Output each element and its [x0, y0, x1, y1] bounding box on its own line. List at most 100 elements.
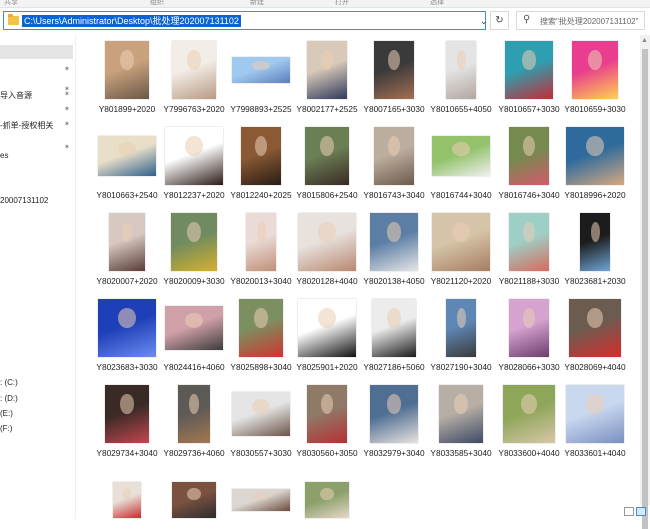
file-thumbnail[interactable] [161, 383, 227, 445]
file-item[interactable]: Y8020009+3030 [161, 211, 227, 297]
file-item[interactable]: Y8018996+2020 [562, 125, 628, 211]
file-thumbnail[interactable] [361, 383, 427, 445]
pin-icon[interactable]: ✶ [64, 143, 70, 151]
address-path[interactable]: C:\Users\Administrator\Desktop\批处理202007… [22, 15, 241, 27]
file-item[interactable] [228, 469, 294, 519]
file-thumbnail[interactable] [94, 211, 160, 273]
file-thumbnail[interactable] [94, 297, 160, 359]
pin-icon[interactable]: ✶ [64, 105, 70, 113]
file-thumbnail[interactable] [294, 125, 360, 187]
file-name[interactable]: Y7998893+2525 [224, 104, 298, 115]
chevron-down-icon[interactable]: ⌄ [480, 16, 488, 27]
file-item[interactable]: Y8016746+3040 [496, 125, 562, 211]
file-item[interactable] [94, 469, 160, 519]
pin-icon[interactable]: ✶ [64, 65, 70, 73]
file-item[interactable]: Y8020013+3040 [228, 211, 294, 297]
pin-icon[interactable]: ✶ [64, 85, 70, 93]
file-thumbnail[interactable] [161, 469, 227, 519]
file-item[interactable]: Y8032979+3040 [361, 383, 427, 469]
file-thumbnail[interactable] [294, 469, 360, 519]
sidebar-item[interactable]: -抓单-授权相关 [0, 120, 53, 131]
file-name[interactable]: Y8024416+4060 [157, 362, 231, 373]
file-name[interactable]: Y8027186+5060 [357, 362, 431, 373]
file-thumbnail[interactable] [294, 297, 360, 359]
file-name[interactable]: Y8030557+3030 [224, 448, 298, 459]
file-thumbnail[interactable] [562, 211, 628, 273]
file-name[interactable]: Y8029734+3040 [90, 448, 164, 459]
details-view-icon[interactable] [624, 507, 634, 516]
file-item[interactable]: Y8030560+3050 [294, 383, 360, 469]
file-thumbnail[interactable] [562, 125, 628, 187]
file-name[interactable]: Y8030560+3050 [290, 448, 364, 459]
search-placeholder[interactable]: 搜索"批处理202007131102" [540, 16, 638, 27]
file-thumbnail[interactable] [361, 125, 427, 187]
file-item[interactable]: Y8021188+3030 [496, 211, 562, 297]
sidebar-item[interactable]: (F:) [0, 424, 12, 433]
file-thumbnail[interactable] [94, 125, 160, 187]
file-item[interactable]: Y8002177+2525 [294, 39, 360, 125]
file-name[interactable]: Y8018996+2020 [558, 190, 632, 201]
file-thumbnail[interactable] [496, 383, 562, 445]
file-name[interactable]: Y8023683+3030 [90, 362, 164, 373]
file-item[interactable]: Y8010659+3030 [562, 39, 628, 125]
file-name[interactable]: Y8027190+3040 [424, 362, 498, 373]
file-name[interactable]: Y8010657+3030 [492, 104, 566, 115]
file-item[interactable]: Y7998893+2525 [228, 39, 294, 125]
file-name[interactable]: Y8029736+4060 [157, 448, 231, 459]
file-name[interactable]: Y8020007+2020 [90, 276, 164, 287]
file-item[interactable]: Y8029736+4060 [161, 383, 227, 469]
file-item[interactable]: Y7996763+2020 [161, 39, 227, 125]
file-thumbnail[interactable] [228, 297, 294, 359]
vertical-scrollbar[interactable]: ▲ [640, 35, 650, 529]
file-item[interactable] [294, 469, 360, 519]
scroll-up-icon[interactable]: ▲ [641, 37, 648, 44]
file-name[interactable]: Y8020013+3040 [224, 276, 298, 287]
file-item[interactable]: Y8028069+4040 [562, 297, 628, 383]
file-name[interactable]: Y8025898+3040 [224, 362, 298, 373]
file-item[interactable]: Y8033600+4040 [496, 383, 562, 469]
file-name[interactable]: Y8002177+2525 [290, 104, 364, 115]
file-item[interactable]: Y8010655+4050 [428, 39, 494, 125]
scrollbar-thumb[interactable] [642, 49, 648, 529]
file-item[interactable]: Y8012237+2020 [161, 125, 227, 211]
sidebar-item[interactable]: : (D:) [0, 394, 18, 403]
file-name[interactable]: Y8028066+3030 [492, 362, 566, 373]
nav-selected-item[interactable] [0, 45, 73, 59]
file-name[interactable]: Y8020128+4040 [290, 276, 364, 287]
file-thumbnail[interactable] [428, 125, 494, 187]
file-name[interactable]: Y8010663+2540 [90, 190, 164, 201]
file-thumbnail[interactable] [161, 211, 227, 273]
ribbon-tab[interactable]: 打开 [335, 0, 349, 7]
file-item[interactable]: Y8025898+3040 [228, 297, 294, 383]
file-name[interactable]: Y8016743+3040 [357, 190, 431, 201]
file-item[interactable]: Y8007165+3030 [361, 39, 427, 125]
file-item[interactable]: Y8020138+4050 [361, 211, 427, 297]
file-item[interactable]: Y8016743+3040 [361, 125, 427, 211]
file-name[interactable]: Y8010659+3030 [558, 104, 632, 115]
file-thumbnail[interactable] [294, 211, 360, 273]
file-item[interactable]: Y801899+2020 [94, 39, 160, 125]
search-box[interactable]: ⚲ 搜索"批处理202007131102" [516, 11, 645, 30]
file-name[interactable]: Y8033601+4040 [558, 448, 632, 459]
file-item[interactable]: Y8020007+2020 [94, 211, 160, 297]
file-item[interactable]: Y8016744+3040 [428, 125, 494, 211]
file-item[interactable]: Y8023683+3030 [94, 297, 160, 383]
file-thumbnail[interactable] [228, 211, 294, 273]
ribbon-tab[interactable]: 组织 [150, 0, 164, 7]
file-item[interactable]: Y8015806+2540 [294, 125, 360, 211]
file-thumbnail[interactable] [361, 297, 427, 359]
file-name[interactable]: Y8007165+3030 [357, 104, 431, 115]
file-name[interactable]: Y8015806+2540 [290, 190, 364, 201]
file-thumbnail[interactable] [562, 383, 628, 445]
file-name[interactable]: Y7996763+2020 [157, 104, 231, 115]
file-thumbnail[interactable] [361, 211, 427, 273]
file-name[interactable]: Y8012237+2020 [157, 190, 231, 201]
file-name[interactable]: Y8033585+3040 [424, 448, 498, 459]
file-name[interactable]: Y8021188+3030 [492, 276, 566, 287]
file-thumbnail[interactable] [428, 383, 494, 445]
large-icons-view-icon[interactable] [636, 507, 646, 516]
ribbon-tab[interactable]: 选择 [430, 0, 444, 7]
file-name[interactable]: Y8010655+4050 [424, 104, 498, 115]
file-thumbnail[interactable] [228, 469, 294, 519]
file-thumbnail[interactable] [562, 39, 628, 101]
